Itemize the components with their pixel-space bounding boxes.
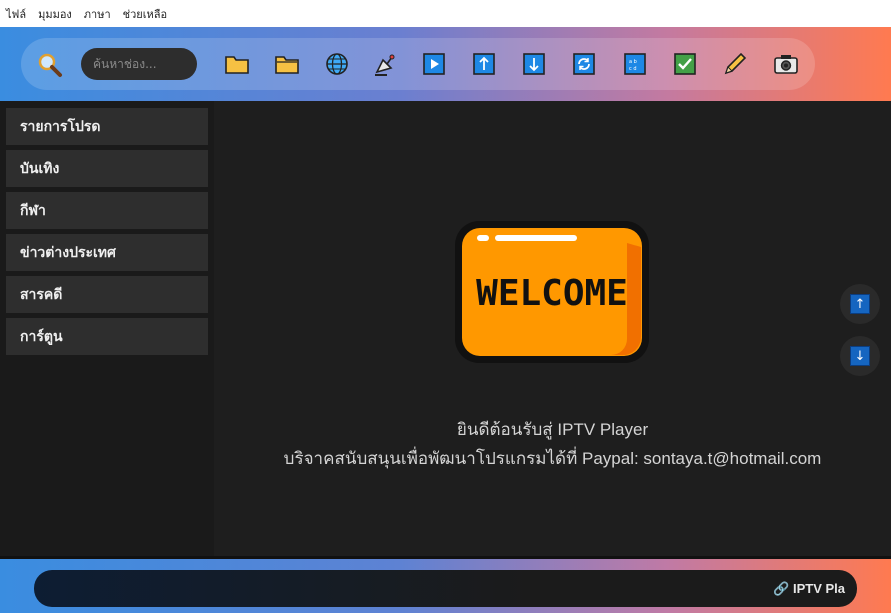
arrow-down-icon: ↓ — [850, 346, 870, 366]
svg-text:c d: c d — [629, 66, 637, 72]
satellite-icon[interactable] — [371, 50, 399, 78]
checkmark-icon[interactable] — [671, 50, 699, 78]
menu-file[interactable]: ไฟล์ — [6, 5, 26, 23]
text-grid-icon[interactable]: a bc d — [621, 50, 649, 78]
footer-divider — [0, 556, 891, 559]
welcome-sign-label: WELCOME — [476, 273, 628, 314]
footer: 🔗 IPTV Pla — [0, 558, 891, 613]
news-ticker: 🔗 IPTV Pla — [34, 570, 857, 607]
svg-text:a b: a b — [629, 59, 637, 65]
menu-help[interactable]: ช่วยเหลือ — [123, 5, 167, 23]
toolbar: a bc d — [0, 27, 891, 101]
search-icon[interactable] — [36, 51, 64, 79]
sidebar-item-entertainment[interactable]: บันเทิง — [6, 150, 208, 187]
sidebar-item-world-news[interactable]: ข่าวต่างประเทศ — [6, 234, 208, 271]
donation-message: บริจาคสนับสนุนเพื่อพัฒนาโปรแกรมได้ที่ Pa… — [283, 449, 822, 468]
scroll-down-button[interactable]: ↓ — [840, 336, 880, 376]
folder-open-icon[interactable] — [273, 50, 301, 78]
menu-view[interactable]: มุมมอง — [38, 5, 72, 23]
globe-icon[interactable] — [323, 50, 351, 78]
sidebar-item-cartoon[interactable]: การ์ตูน — [6, 318, 208, 355]
pencil-icon[interactable] — [721, 50, 749, 78]
menu-bar: ไฟล์ มุมมอง ภาษา ช่วยเหลือ — [0, 0, 891, 27]
arrow-up-icon[interactable] — [470, 50, 498, 78]
sidebar-item-documentary[interactable]: สารคดี — [6, 276, 208, 313]
menu-language[interactable]: ภาษา — [84, 5, 111, 23]
camera-icon[interactable] — [772, 50, 800, 78]
arrow-up-icon: ↑ — [850, 294, 870, 314]
sidebar-item-sports[interactable]: กีฬา — [6, 192, 208, 229]
search-input[interactable] — [81, 48, 197, 80]
ticker-text: 🔗 IPTV Pla — [773, 581, 845, 596]
sidebar-item-favorites[interactable]: รายการโปรด — [6, 108, 208, 145]
sidebar: รายการโปรด บันเทิง กีฬา ข่าวต่างประเทศ ส… — [0, 101, 214, 558]
scroll-up-button[interactable]: ↑ — [840, 284, 880, 324]
welcome-sign-icon: WELCOME — [451, 217, 653, 367]
play-icon[interactable] — [420, 50, 448, 78]
main-content: WELCOME ยินดีต้อนรับสู่ IPTV Player บริจ… — [214, 101, 891, 558]
welcome-message: ยินดีต้อนรับสู่ IPTV Player — [456, 420, 649, 439]
refresh-icon[interactable] — [570, 50, 598, 78]
folder-icon[interactable] — [223, 50, 251, 78]
arrow-down-icon[interactable] — [520, 50, 548, 78]
